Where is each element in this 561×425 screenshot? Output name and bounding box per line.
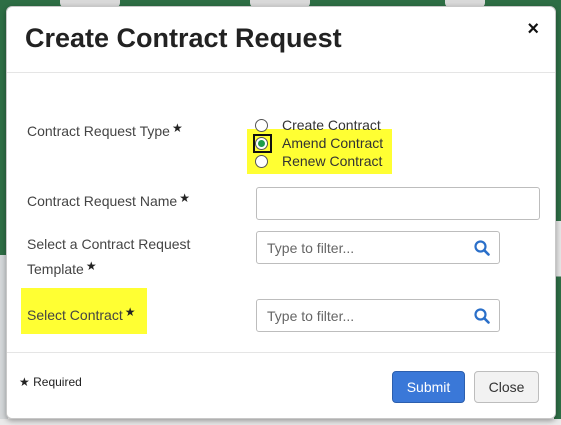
radio-label: Create Contract bbox=[282, 117, 381, 133]
required-note: ★ Required bbox=[19, 375, 82, 389]
required-star-icon: ★ bbox=[85, 259, 97, 273]
template-label-line1: Select a Contract Request bbox=[27, 236, 191, 252]
template-label-line2: Template bbox=[27, 261, 84, 277]
contract-request-name-label-text: Contract Request Name bbox=[27, 193, 178, 209]
contract-request-type-label: Contract Request Type ★ bbox=[27, 117, 183, 142]
template-filter-input[interactable]: Type to filter... bbox=[256, 231, 500, 264]
contract-filter-input[interactable]: Type to filter... bbox=[256, 299, 500, 332]
dialog-header: Create Contract Request × bbox=[7, 7, 555, 73]
search-icon[interactable] bbox=[465, 232, 499, 263]
select-contract-label-text: Select Contract bbox=[27, 307, 123, 323]
radio-button[interactable] bbox=[255, 118, 268, 132]
radio-button[interactable] bbox=[255, 154, 268, 168]
contract-request-name-input[interactable] bbox=[256, 187, 540, 220]
radio-label: Renew Contract bbox=[282, 153, 383, 169]
required-star-icon: ★ bbox=[124, 305, 136, 319]
star-icon: ★ bbox=[19, 375, 30, 389]
submit-button[interactable]: Submit bbox=[392, 371, 465, 403]
template-filter-placeholder: Type to filter... bbox=[267, 239, 355, 256]
radio-label: Amend Contract bbox=[282, 135, 384, 151]
close-icon[interactable]: × bbox=[527, 19, 539, 39]
required-star-icon: ★ bbox=[171, 121, 183, 135]
radio-button-selected[interactable] bbox=[255, 136, 268, 150]
required-note-text: Required bbox=[33, 375, 82, 389]
backdrop-bottom bbox=[0, 419, 561, 425]
dialog-title: Create Contract Request bbox=[25, 23, 342, 53]
required-star-icon: ★ bbox=[179, 191, 190, 205]
create-contract-request-dialog: Create Contract Request × Contract Reque… bbox=[6, 6, 556, 419]
close-button[interactable]: Close bbox=[474, 371, 539, 403]
radio-amend-contract[interactable]: Amend Contract bbox=[255, 134, 383, 152]
template-label: Select a Contract Request Template ★ bbox=[27, 233, 190, 280]
radio-renew-contract[interactable]: Renew Contract bbox=[255, 152, 382, 170]
select-contract-label: Select Contract ★ bbox=[27, 301, 135, 326]
dialog-footer: ★ Required Submit Close bbox=[7, 352, 555, 418]
contract-filter-placeholder: Type to filter... bbox=[267, 307, 355, 324]
contract-request-type-label-text: Contract Request Type bbox=[27, 123, 170, 139]
radio-create-contract[interactable]: Create Contract bbox=[255, 116, 381, 134]
search-icon[interactable] bbox=[465, 300, 499, 331]
contract-request-name-label: Contract Request Name ★ bbox=[27, 187, 190, 212]
